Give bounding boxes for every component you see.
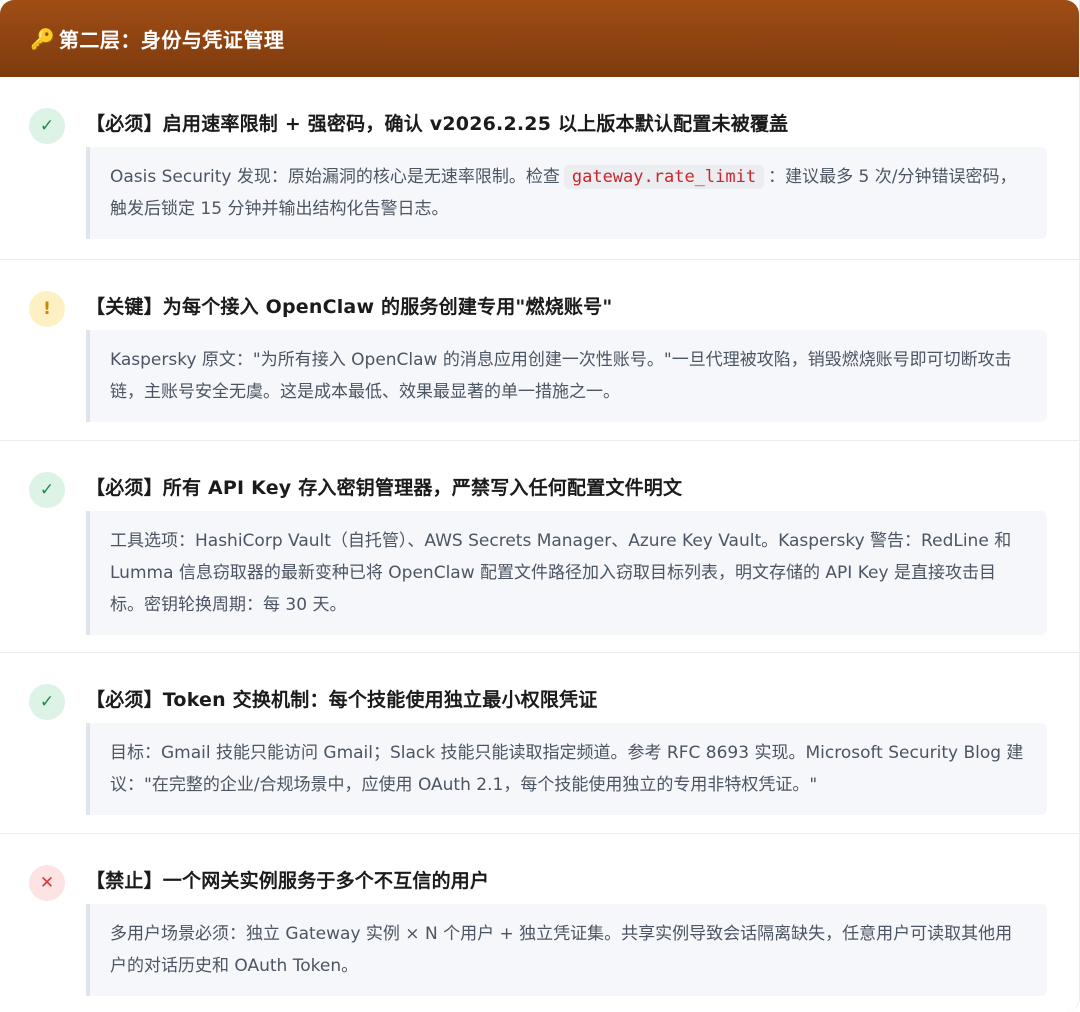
checklist-item: ✓ 【必须】启用速率限制 + 强密码，确认 v2026.2.25 以上版本默认配… xyxy=(0,77,1079,260)
warning-icon: ! xyxy=(29,291,65,327)
item-title: 【必须】所有 API Key 存入密钥管理器，严禁写入任何配置文件明文 xyxy=(86,476,683,499)
check-icon: ✓ xyxy=(29,684,65,720)
card-title: 第二层：身份与凭证管理 xyxy=(58,28,285,52)
desc-text: Oasis Security 发现：原始漏洞的核心是无速率限制。检查 xyxy=(110,167,560,187)
item-title: 【关键】为每个接入 OpenClaw 的服务创建专用"燃烧账号" xyxy=(86,295,613,318)
checklist-item: ✓ 【必须】Token 交换机制：每个技能使用独立最小权限凭证 目标：Gmail… xyxy=(0,653,1079,834)
check-icon: ✓ xyxy=(29,472,65,508)
key-icon: 🔑 xyxy=(30,26,55,51)
inline-code: gateway.rate_limit xyxy=(563,165,765,189)
card-header: 🔑 第二层：身份与凭证管理 xyxy=(0,0,1079,77)
checklist-item: ! 【关键】为每个接入 OpenClaw 的服务创建专用"燃烧账号" Kaspe… xyxy=(0,260,1079,441)
check-icon: ✓ xyxy=(29,108,65,144)
item-description: Kaspersky 原文："为所有接入 OpenClaw 的消息应用创建一次性账… xyxy=(86,330,1047,422)
item-title: 【必须】Token 交换机制：每个技能使用独立最小权限凭证 xyxy=(86,688,598,711)
item-title: 【必须】启用速率限制 + 强密码，确认 v2026.2.25 以上版本默认配置未… xyxy=(86,112,789,135)
security-card: 🔑 第二层：身份与凭证管理 ✓ 【必须】启用速率限制 + 强密码，确认 v202… xyxy=(0,0,1080,1012)
item-title: 【禁止】一个网关实例服务于多个不互信的用户 xyxy=(86,869,490,892)
item-description: 工具选项：HashiCorp Vault（自托管）、AWS Secrets Ma… xyxy=(86,511,1047,635)
cross-icon: ✕ xyxy=(29,865,65,901)
item-description: 多用户场景必须：独立 Gateway 实例 × N 个用户 + 独立凭证集。共享… xyxy=(86,904,1047,996)
checklist-item: ✕ 【禁止】一个网关实例服务于多个不互信的用户 多用户场景必须：独立 Gatew… xyxy=(0,834,1079,1011)
item-description: 目标：Gmail 技能只能访问 Gmail；Slack 技能只能读取指定频道。参… xyxy=(86,723,1047,815)
item-description: Oasis Security 发现：原始漏洞的核心是无速率限制。检查 gatewa… xyxy=(86,147,1047,239)
checklist-item: ✓ 【必须】所有 API Key 存入密钥管理器，严禁写入任何配置文件明文 工具… xyxy=(0,441,1079,653)
